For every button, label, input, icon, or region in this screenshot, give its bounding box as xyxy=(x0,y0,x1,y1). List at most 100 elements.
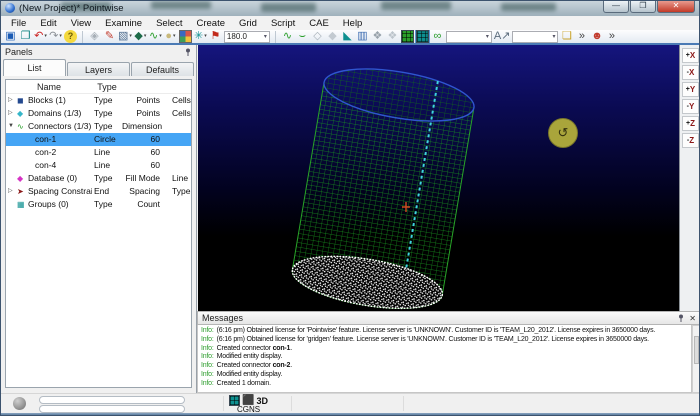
spacing-icon: ➤ xyxy=(17,185,26,198)
select-mask-icon[interactable]: ◈ xyxy=(88,30,101,43)
tree-row-con-1[interactable]: con-1Circle60 xyxy=(6,133,191,146)
wedge-icon[interactable]: ◣ xyxy=(341,30,354,43)
expand-arrow-icon[interactable]: ▷ xyxy=(8,185,15,198)
angle-combo[interactable]: 180.0▾ xyxy=(224,31,270,43)
aero-glass-blob xyxy=(151,1,211,9)
aero-glass-blob xyxy=(261,3,316,12)
cell-c1: End xyxy=(92,185,122,198)
axis-view-plusminus-y[interactable]: +Y xyxy=(682,82,699,97)
structured-grid-icon[interactable] xyxy=(401,30,414,43)
tree-row-database-0-[interactable]: ◆Database (0)TypeFill ModeLine ... xyxy=(6,172,191,185)
message-line: Info:(6:16 pm) Obtained license for 'Poi… xyxy=(201,327,688,336)
examine-flag-icon[interactable]: ⚑ xyxy=(209,30,222,43)
spline-icon[interactable]: ∿ xyxy=(281,30,294,43)
tree-row-groups-0-[interactable]: ▦Groups (0)TypeCount xyxy=(6,198,191,211)
extrude-icon[interactable]: ❖ xyxy=(371,30,384,43)
message-line: Info:Modified entity display. xyxy=(201,353,688,362)
info-tag: Info: xyxy=(201,380,214,387)
close-button[interactable]: ✕ xyxy=(657,1,695,13)
overflow-chevron-icon[interactable]: » xyxy=(575,30,588,43)
axis-view-minus-z[interactable]: -Z xyxy=(682,133,699,148)
cell-c1: Circle xyxy=(92,133,122,146)
dimension-combo[interactable]: ▾ xyxy=(446,31,492,43)
cell-c2: 60 xyxy=(122,159,168,172)
tree-row-spacing-constrai-[interactable]: ▷➤Spacing Constrai...EndSpacingType xyxy=(6,185,191,198)
block-tool-icon[interactable]: ▧▾ xyxy=(118,30,132,43)
layers-icon[interactable]: ❏ xyxy=(560,30,573,43)
solid-mesh-icon[interactable]: ✳▾ xyxy=(194,30,207,43)
overflow-chevron-icon[interactable]: » xyxy=(605,30,618,43)
axis-view-minus-x[interactable]: -X xyxy=(682,65,699,80)
close-messages-icon[interactable]: ✕ xyxy=(689,314,696,323)
mask-icon[interactable]: ☻ xyxy=(590,30,603,43)
tree-row-name: ◆Database (0) xyxy=(6,172,92,185)
cell-c3: Type xyxy=(168,185,191,198)
axis-letter: X xyxy=(689,68,694,77)
messages-panel: Messages ✕ Info:(6:16 pm) Obtained licen… xyxy=(197,311,700,393)
axis-view-minus-y[interactable]: -Y xyxy=(682,99,699,114)
entity-name: Domains (1/3) xyxy=(28,107,81,120)
image-icon[interactable] xyxy=(179,30,192,43)
domain-tool-icon[interactable]: ◆▾ xyxy=(134,30,147,43)
tree-row-blocks-1-[interactable]: ▷◼Blocks (1)TypePointsCells xyxy=(6,94,191,107)
save-icon[interactable]: ▣ xyxy=(4,30,17,43)
tree-row-domains-1-3-[interactable]: ▷◆Domains (1/3)TypePointsCells xyxy=(6,107,191,120)
unstructured-grid-icon[interactable] xyxy=(416,30,429,43)
info-tag: Info: xyxy=(201,371,214,378)
menu-item-create[interactable]: Create xyxy=(189,17,232,30)
box-icon[interactable]: ▥ xyxy=(356,30,369,43)
blocks-icon: ◼ xyxy=(17,94,26,107)
minimize-button[interactable]: — xyxy=(603,1,629,13)
axis-view-plusminus-x[interactable]: +X xyxy=(682,48,699,63)
label-icon[interactable]: A↗ xyxy=(494,30,511,43)
expand-arrow-icon[interactable]: ▷ xyxy=(8,107,15,120)
menu-item-select[interactable]: Select xyxy=(149,17,189,30)
cell-c2: Fill Mode xyxy=(122,172,168,185)
toolbar-separator xyxy=(275,31,276,43)
chevron-down-icon: ▾ xyxy=(204,30,207,43)
angle-combo-value: 180.0 xyxy=(227,32,247,41)
status-field-top xyxy=(39,396,185,404)
help-icon[interactable]: ? xyxy=(64,30,77,43)
dimension-icon[interactable]: ∞ xyxy=(431,30,444,43)
domain-solid-icon[interactable]: ◆ xyxy=(326,30,339,43)
entity-name: Connectors (1/3) xyxy=(28,120,91,133)
menu-item-grid[interactable]: Grid xyxy=(232,17,264,30)
viewport-3d[interactable]: ↺ xyxy=(198,45,679,311)
maximize-button[interactable]: ❐ xyxy=(630,1,656,13)
menu-item-view[interactable]: View xyxy=(64,17,98,30)
tab-layers[interactable]: Layers xyxy=(67,62,130,76)
axis-view-plusminus-z[interactable]: +Z xyxy=(682,116,699,131)
undo-icon[interactable]: ↶▾ xyxy=(34,30,47,43)
tab-defaults[interactable]: Defaults xyxy=(131,62,194,76)
dimension-mode[interactable]: 3D xyxy=(256,396,268,406)
tab-list[interactable]: List xyxy=(3,59,66,76)
menu-item-cae[interactable]: CAE xyxy=(302,17,336,30)
arc-icon[interactable]: ⌣ xyxy=(296,30,309,43)
entity-tree: Name Type ▷◼Blocks (1)TypePointsCells▷◆D… xyxy=(5,79,192,388)
revolve-icon[interactable]: ❖ xyxy=(386,30,399,43)
connector-tool-icon[interactable]: ∿▾ xyxy=(149,30,162,43)
menu-item-examine[interactable]: Examine xyxy=(98,17,149,30)
tree-row-connectors-1-3-[interactable]: ▼∿Connectors (1/3)TypeDimension xyxy=(6,120,191,133)
menu-item-edit[interactable]: Edit xyxy=(33,17,63,30)
database-tool-icon[interactable]: ●▾ xyxy=(164,30,177,43)
pin-icon[interactable] xyxy=(677,314,685,322)
spacing-combo[interactable]: ▾ xyxy=(512,31,558,43)
redo-icon[interactable]: ↷▾ xyxy=(49,30,62,43)
menu-item-script[interactable]: Script xyxy=(264,17,302,30)
collapse-arrow-icon[interactable]: ▼ xyxy=(8,120,15,133)
paint-icon[interactable]: ✎ xyxy=(103,30,116,43)
tree-row-con-4[interactable]: con-4Line60 xyxy=(6,159,191,172)
menu-item-file[interactable]: File xyxy=(4,17,33,30)
expand-arrow-icon[interactable]: ▷ xyxy=(8,94,15,107)
tree-row-con-2[interactable]: con-2Line60 xyxy=(6,146,191,159)
messages-scrollbar[interactable] xyxy=(692,325,700,393)
domain-outline-icon[interactable]: ◇ xyxy=(311,30,324,43)
pin-icon[interactable] xyxy=(184,48,192,56)
panels-title: Panels xyxy=(5,47,33,57)
cell-c1: Type xyxy=(92,198,122,211)
menu-item-help[interactable]: Help xyxy=(336,17,370,30)
open-icon[interactable]: ❐ xyxy=(19,30,32,43)
status-bar: ⬛ 3D CGNS xyxy=(1,393,700,413)
